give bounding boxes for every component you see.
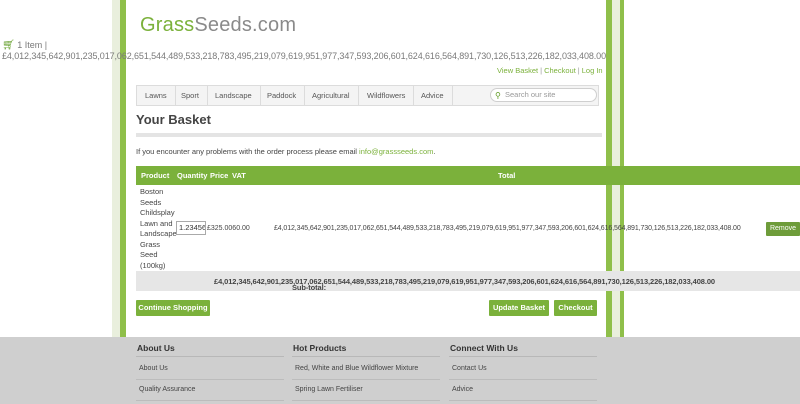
continue-shopping-button[interactable]: Continue Shopping xyxy=(136,300,210,316)
footer-link-contact-us[interactable]: Contact Us xyxy=(452,365,487,372)
update-basket-button[interactable]: Update Basket xyxy=(489,300,549,316)
nav-item-advice[interactable]: Advice xyxy=(413,86,453,105)
footer-about-heading: About Us xyxy=(137,343,175,353)
search-input[interactable]: ⚲ Search our site xyxy=(490,88,597,102)
cart-items-label: 1 Item | xyxy=(17,40,48,50)
nav-item-wildflowers[interactable]: Wildflowers xyxy=(359,86,415,105)
subtotal-bar: Sub-total: £4,012,345,642,901,235,017,062… xyxy=(136,271,800,292)
notice-text: If you encounter any problems with the o… xyxy=(136,147,360,156)
support-email-link[interactable]: info@grassseeds.com xyxy=(359,147,433,156)
nav-item-lawns[interactable]: Lawns xyxy=(137,86,176,105)
link-separator: | xyxy=(540,66,543,75)
col-price: Price xyxy=(210,171,229,180)
nav-item-landscape[interactable]: Landscape xyxy=(207,86,261,105)
site-logo[interactable]: GrassSeeds.com xyxy=(140,14,296,37)
quantity-input[interactable]: 1.23456 xyxy=(176,221,206,235)
footer-link-divider xyxy=(449,400,597,401)
col-vat: VAT xyxy=(232,171,246,180)
col-quantity: Quantity xyxy=(177,171,208,180)
page-title: Your Basket xyxy=(136,112,211,127)
footer-connect-heading: Connect With Us xyxy=(450,343,518,353)
subtotal-text: Sub-total: £4,012,345,642,901,235,017,062… xyxy=(214,277,715,292)
view-basket-link[interactable]: View Basket xyxy=(497,66,538,75)
subtotal-label: Sub-total: xyxy=(292,283,326,292)
price-vat-value: £325.0060.00 xyxy=(207,225,250,232)
notice-suffix: . xyxy=(433,147,436,156)
product-name[interactable]: Boston Seeds Childsplay Lawn and Landsca… xyxy=(140,187,178,271)
site-footer: About Us About Us Quality Assurance Hot … xyxy=(0,337,800,404)
remove-button[interactable]: Remove xyxy=(766,222,800,236)
checkout-button[interactable]: Checkout xyxy=(554,300,597,316)
login-link[interactable]: Log In xyxy=(582,66,603,75)
account-links: View Basket | Checkout | Log In xyxy=(497,66,603,75)
footer-divider xyxy=(449,356,597,357)
footer-divider xyxy=(292,356,440,357)
table-row: Boston Seeds Childsplay Lawn and Landsca… xyxy=(136,185,800,271)
footer-link-divider xyxy=(292,400,440,401)
cart-summary[interactable]: 🛒︎ 1 Item | xyxy=(2,40,47,51)
logo-seeds: Seeds.com xyxy=(194,14,297,36)
link-separator: | xyxy=(577,66,580,75)
search-icon: ⚲ xyxy=(495,91,501,100)
subtotal-value: £4,012,345,642,901,235,017,062,651,544,4… xyxy=(214,277,715,286)
row-total-value: £4,012,345,642,901,235,017,062,651,544,4… xyxy=(274,225,741,232)
footer-link-divider xyxy=(292,379,440,380)
cart-icon: 🛒︎ xyxy=(2,40,15,51)
footer-link-divider xyxy=(136,379,284,380)
footer-divider xyxy=(136,356,284,357)
nav-item-paddock[interactable]: Paddock xyxy=(259,86,306,105)
logo-grass: Grass xyxy=(140,14,195,36)
checkout-link[interactable]: Checkout xyxy=(544,66,576,75)
footer-link-about-us[interactable]: About Us xyxy=(139,365,168,372)
cart-total: £4,012,345,642,901,235,017,062,651,544,4… xyxy=(2,51,606,61)
footer-link-lawn-fertiliser[interactable]: Spring Lawn Fertiliser xyxy=(295,386,363,393)
nav-item-agricultural[interactable]: Agricultural xyxy=(304,86,359,105)
basket-table-header: Product Quantity Price VAT Total xyxy=(136,166,800,185)
col-total: Total xyxy=(498,171,516,180)
footer-link-divider xyxy=(449,379,597,380)
col-product: Product xyxy=(141,171,170,180)
title-divider xyxy=(136,133,602,137)
footer-link-quality-assurance[interactable]: Quality Assurance xyxy=(139,386,195,393)
nav-item-sport[interactable]: Sport xyxy=(173,86,208,105)
help-notice: If you encounter any problems with the o… xyxy=(136,147,435,156)
search-placeholder: Search our site xyxy=(505,90,556,99)
footer-link-wildflower-mixture[interactable]: Red, White and Blue Wildflower Mixture xyxy=(295,365,418,372)
footer-link-advice[interactable]: Advice xyxy=(452,386,473,393)
footer-link-divider xyxy=(136,400,284,401)
footer-hot-heading: Hot Products xyxy=(293,343,347,353)
